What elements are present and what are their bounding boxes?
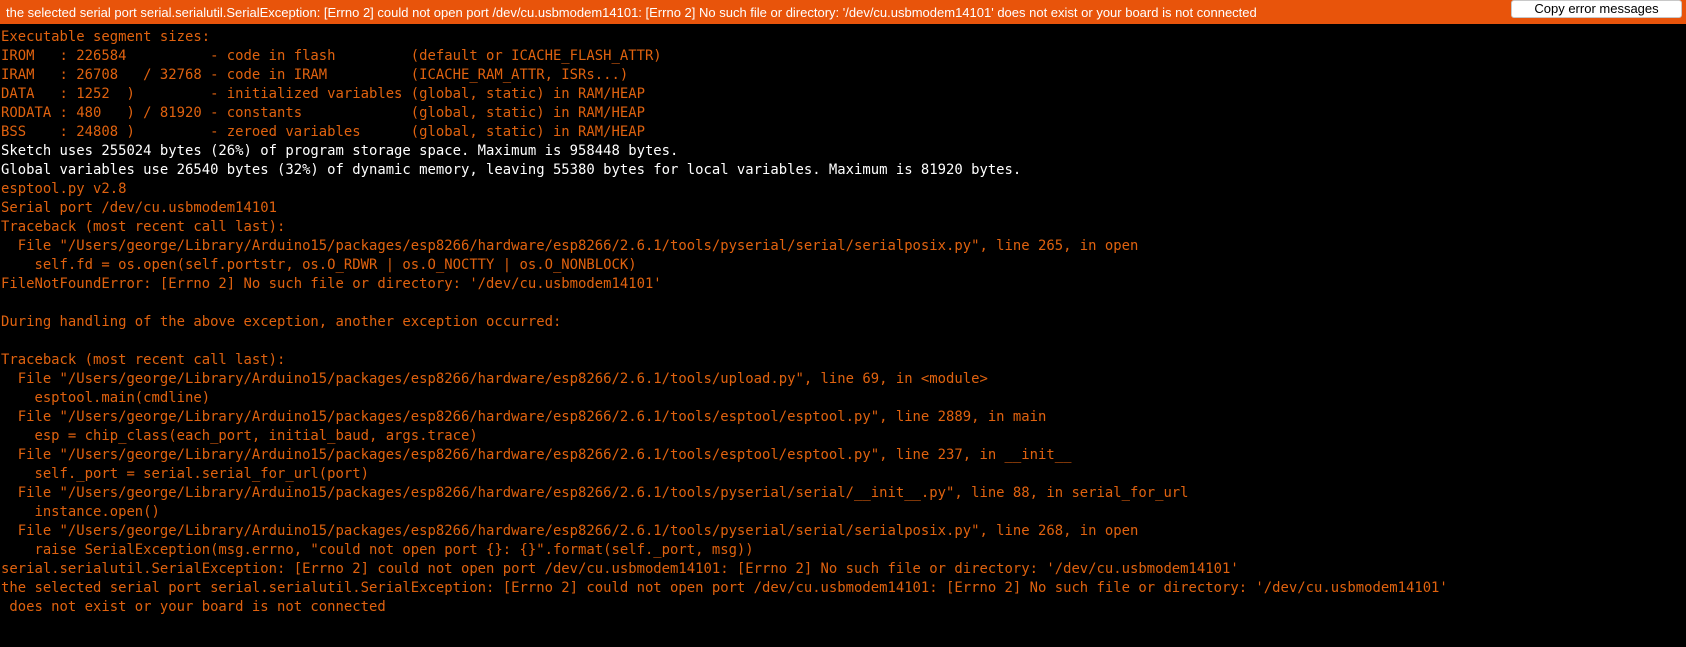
console-line: raise SerialException(msg.errno, "could …	[1, 542, 754, 558]
console-line: does not exist or your board is not conn…	[1, 599, 386, 615]
console-line: instance.open()	[1, 504, 160, 520]
console-line: self._port = serial.serial_for_url(port)	[1, 466, 369, 482]
console-line: Executable segment sizes:	[1, 29, 211, 45]
console-line: DATA : 1252 ) - initialized variables (g…	[1, 86, 645, 102]
console-line: Serial port /dev/cu.usbmodem14101	[1, 200, 277, 216]
error-notification-bar: the selected serial port serial.serialut…	[0, 0, 1686, 24]
error-message: the selected serial port serial.serialut…	[6, 4, 1257, 20]
console-line: esp = chip_class(each_port, initial_baud…	[1, 428, 478, 444]
console-line: Global variables use 26540 bytes (32%) o…	[1, 162, 1022, 178]
console-line: File "/Users/george/Library/Arduino15/pa…	[1, 447, 1072, 463]
console-line: File "/Users/george/Library/Arduino15/pa…	[1, 371, 988, 387]
console-line: File "/Users/george/Library/Arduino15/pa…	[1, 409, 1047, 425]
console-line: File "/Users/george/Library/Arduino15/pa…	[1, 238, 1139, 254]
console-line: RODATA : 480 ) / 81920 - constants (glob…	[1, 105, 645, 121]
console-line: During handling of the above exception, …	[1, 314, 562, 330]
console-line: Traceback (most recent call last):	[1, 352, 286, 368]
console-line: the selected serial port serial.serialut…	[1, 580, 1448, 596]
console-output[interactable]: Executable segment sizes: IROM : 226584 …	[0, 24, 1686, 647]
console-line: FileNotFoundError: [Errno 2] No such fil…	[1, 276, 662, 292]
console-line: File "/Users/george/Library/Arduino15/pa…	[1, 485, 1189, 501]
console-line: IRAM : 26708 / 32768 - code in IRAM (ICA…	[1, 67, 629, 83]
copy-error-messages-button[interactable]: Copy error messages	[1511, 0, 1682, 18]
console-line: BSS : 24808 ) - zeroed variables (global…	[1, 124, 645, 140]
console-line: Sketch uses 255024 bytes (26%) of progra…	[1, 143, 679, 159]
console-line: self.fd = os.open(self.portstr, os.O_RDW…	[1, 257, 637, 273]
console-line: Traceback (most recent call last):	[1, 219, 286, 235]
console-line: esptool.py v2.8	[1, 181, 127, 197]
console-line: esptool.main(cmdline)	[1, 390, 211, 406]
console-line: IROM : 226584 - code in flash (default o…	[1, 48, 662, 64]
console-line: serial.serialutil.SerialException: [Errn…	[1, 561, 1239, 577]
console-line: File "/Users/george/Library/Arduino15/pa…	[1, 523, 1139, 539]
